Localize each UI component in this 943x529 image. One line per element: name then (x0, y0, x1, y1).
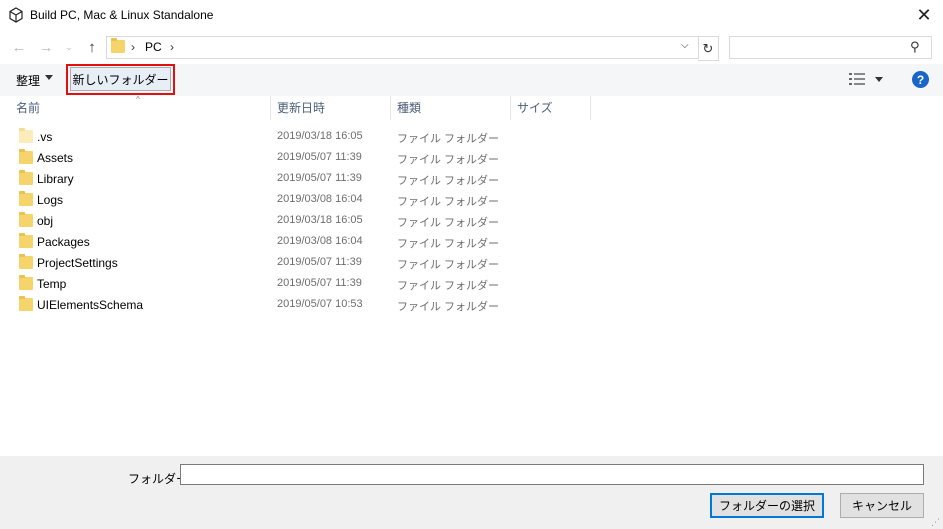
window-title: Build PC, Mac & Linux Standalone (30, 8, 214, 22)
folder-icon (19, 296, 33, 311)
file-type: ファイル フォルダー (397, 133, 500, 145)
help-icon[interactable]: ? (912, 71, 929, 88)
chevron-down-icon[interactable]: ⌵ (681, 40, 689, 51)
column-date[interactable]: 更新日時 (271, 96, 391, 120)
list-item[interactable]: .vs 2019/03/18 16:05 ファイル フォルダー (0, 127, 943, 148)
close-button[interactable]: ✕ (905, 0, 943, 31)
file-type: ファイル フォルダー (397, 238, 500, 250)
back-button[interactable]: ← (10, 37, 28, 57)
file-name: Assets (37, 151, 74, 165)
file-name: Library (37, 172, 74, 186)
arrow-left-icon: ← (11, 38, 27, 56)
refresh-button[interactable]: ↻ (698, 36, 719, 61)
folder-icon (19, 275, 33, 290)
folder-icon (19, 149, 33, 164)
file-type: ファイル フォルダー (397, 301, 500, 313)
file-date: 2019/05/07 10:53 (277, 298, 363, 310)
file-date: 2019/03/18 16:05 (277, 130, 363, 142)
folder-icon (111, 38, 125, 53)
file-name: UIElementsSchema (37, 298, 144, 312)
folder-icon (19, 191, 33, 206)
file-type: ファイル フォルダー (397, 196, 500, 208)
details-view-icon[interactable] (849, 72, 865, 86)
file-date: 2019/05/07 11:39 (277, 277, 362, 289)
list-item[interactable]: Packages 2019/03/08 16:04 ファイル フォルダー (0, 232, 943, 253)
file-name: Temp (37, 277, 67, 291)
file-date: 2019/05/07 11:39 (277, 172, 362, 184)
folder-icon (19, 254, 33, 269)
file-type: ファイル フォルダー (397, 175, 500, 187)
list-item[interactable]: Assets 2019/05/07 11:39 ファイル フォルダー (0, 148, 943, 169)
breadcrumb-chevron-icon[interactable]: › (170, 40, 174, 54)
search-input[interactable]: ⚲ (729, 36, 932, 59)
forward-button[interactable]: → (37, 37, 55, 57)
recent-locations-button[interactable]: ⌄ (62, 37, 76, 57)
list-item[interactable]: ProjectSettings 2019/05/07 11:39 ファイル フォ… (0, 253, 943, 274)
chevron-down-icon: ⌄ (65, 41, 73, 52)
column-size-label: サイズ (517, 101, 553, 115)
search-icon[interactable]: ⚲ (910, 39, 920, 55)
up-button[interactable]: ↑ (83, 37, 101, 57)
file-name: obj (37, 214, 54, 228)
column-date-label: 更新日時 (277, 101, 326, 115)
unity-icon (9, 7, 23, 23)
folder-icon (19, 212, 33, 227)
list-item[interactable]: Logs 2019/03/08 16:04 ファイル フォルダー (0, 190, 943, 211)
list-item[interactable]: obj 2019/03/18 16:05 ファイル フォルダー (0, 211, 943, 232)
column-header: 名前 ^ 更新日時 種類 サイズ (0, 95, 943, 120)
column-type[interactable]: 種類 (391, 96, 511, 120)
file-date: 2019/03/08 16:04 (277, 193, 363, 205)
file-date: 2019/05/07 11:39 (277, 256, 362, 268)
resize-grip-icon[interactable]: ⋰ (931, 517, 940, 528)
close-icon: ✕ (916, 5, 932, 25)
address-bar[interactable]: › PC › ⌵ (106, 36, 699, 59)
sort-up-icon: ^ (136, 95, 140, 104)
file-name: Logs (37, 193, 64, 207)
file-name: .vs (37, 130, 53, 144)
file-type: ファイル フォルダー (397, 154, 500, 166)
file-type: ファイル フォルダー (397, 259, 500, 271)
organize-menu[interactable]: 整理 (16, 72, 40, 89)
cancel-button[interactable]: キャンセル (840, 493, 924, 518)
breadcrumb-pc[interactable]: PC (145, 40, 162, 54)
footer-panel: フォルダー: フォルダーの選択 キャンセル (0, 456, 943, 529)
file-date: 2019/03/08 16:04 (277, 235, 363, 247)
refresh-icon: ↻ (702, 40, 714, 56)
file-name: Packages (37, 235, 90, 249)
column-name-label: 名前 (16, 101, 41, 115)
folder-icon (19, 233, 33, 248)
column-name[interactable]: 名前 (10, 96, 271, 120)
column-size[interactable]: サイズ (511, 96, 591, 120)
title-bar: Build PC, Mac & Linux Standalone ✕ (0, 0, 943, 31)
folder-field[interactable] (180, 464, 924, 485)
list-item[interactable]: Temp 2019/05/07 11:39 ファイル フォルダー (0, 274, 943, 295)
arrow-right-icon: → (38, 38, 54, 56)
caret-down-icon[interactable] (875, 77, 883, 82)
list-item[interactable]: UIElementsSchema 2019/05/07 10:53 ファイル フ… (0, 295, 943, 316)
caret-down-icon (45, 75, 53, 80)
file-date: 2019/03/18 16:05 (277, 214, 363, 226)
file-type: ファイル フォルダー (397, 280, 500, 292)
file-type: ファイル フォルダー (397, 217, 500, 229)
file-name: ProjectSettings (37, 256, 118, 270)
highlight-box (66, 64, 175, 95)
arrow-up-icon: ↑ (88, 38, 96, 56)
select-folder-button[interactable]: フォルダーの選択 (710, 493, 824, 518)
command-bar: 整理 新しいフォルダー ? (0, 64, 943, 96)
list-item[interactable]: Library 2019/05/07 11:39 ファイル フォルダー (0, 169, 943, 190)
file-date: 2019/05/07 11:39 (277, 151, 362, 163)
breadcrumb-chevron-icon[interactable]: › (131, 40, 135, 54)
column-type-label: 種類 (397, 101, 422, 115)
folder-icon (19, 170, 33, 185)
folder-icon (19, 128, 33, 143)
